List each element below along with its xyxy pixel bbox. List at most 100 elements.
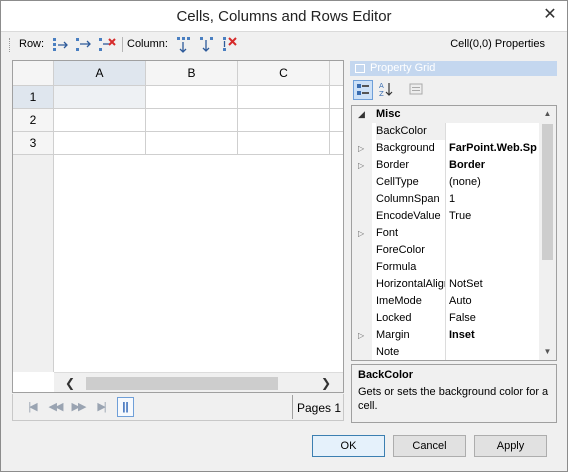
property-value[interactable]: True [449, 208, 541, 225]
selection-properties-label: Cell(0,0) Properties [450, 38, 545, 50]
expand-icon[interactable]: ▷ [358, 157, 368, 174]
last-page-icon[interactable]: ▶| [92, 399, 110, 415]
property-row[interactable]: ColumnSpan 1 [352, 191, 541, 208]
property-pages-icon[interactable] [406, 80, 426, 100]
property-row[interactable]: ▷ Font [352, 225, 541, 242]
property-row[interactable]: BackColor [352, 123, 541, 140]
property-value[interactable]: FarPoint.Web.Sp [449, 140, 541, 157]
next-page-icon[interactable]: ▶▶ [69, 399, 87, 415]
cell-d3[interactable] [330, 132, 343, 155]
pause-icon[interactable]: || [117, 397, 134, 417]
scroll-up-icon[interactable]: ▲ [539, 106, 556, 122]
property-row[interactable]: CellType (none) [352, 174, 541, 191]
row-header-3[interactable]: 3 [13, 132, 54, 155]
property-name: ColumnSpan [376, 191, 446, 208]
cancel-button[interactable]: Cancel [393, 435, 466, 457]
property-row[interactable]: Note [352, 344, 541, 360]
cell-c2[interactable] [238, 109, 330, 132]
editor-window: Cells, Columns and Rows Editor ✕ Row: Co… [0, 0, 568, 472]
cell-a2[interactable] [54, 109, 146, 132]
first-page-icon[interactable]: |◀ [23, 399, 41, 415]
horizontal-scroll-thumb[interactable] [86, 377, 278, 390]
property-category-row[interactable]: ◢ Misc [352, 106, 541, 123]
scroll-down-icon[interactable]: ▼ [539, 344, 556, 360]
cell-a1[interactable] [54, 86, 146, 109]
expand-icon[interactable]: ▷ [358, 140, 368, 157]
property-list[interactable]: ◢ Misc BackColor ▷ Background FarPoint.Web.Sp… [351, 105, 557, 361]
title-bar: Cells, Columns and Rows Editor ✕ [1, 1, 567, 32]
column-header-a[interactable]: A [54, 61, 146, 86]
cell-c3[interactable] [238, 132, 330, 155]
property-gutter [352, 242, 372, 259]
property-row[interactable]: ▷ Border Border [352, 157, 541, 174]
spreadsheet[interactable]: A B C 1 2 3 ❮ ❯ [12, 60, 344, 393]
expand-icon[interactable]: ▷ [358, 327, 368, 344]
pager-separator [292, 395, 293, 419]
cell-b1[interactable] [146, 86, 238, 109]
append-row-icon[interactable] [74, 35, 93, 54]
insert-column-icon[interactable] [174, 35, 193, 54]
property-name: ImeMode [376, 293, 446, 310]
corner-header[interactable] [13, 61, 54, 86]
property-value[interactable]: 1 [449, 191, 541, 208]
property-name: CellType [376, 174, 446, 191]
expand-icon[interactable]: ▷ [358, 225, 368, 242]
append-column-icon[interactable] [197, 35, 216, 54]
property-value[interactable] [449, 225, 541, 242]
row-header-1[interactable]: 1 [13, 86, 54, 109]
property-row[interactable]: Formula [352, 259, 541, 276]
property-name: Note [376, 344, 446, 360]
apply-button[interactable]: Apply [474, 435, 547, 457]
property-value[interactable] [449, 242, 541, 259]
property-row[interactable]: EncodeValue True [352, 208, 541, 225]
property-row[interactable]: ▷ Background FarPoint.Web.Sp [352, 140, 541, 157]
property-row[interactable]: ImeMode Auto [352, 293, 541, 310]
cell-b3[interactable] [146, 132, 238, 155]
delete-row-icon[interactable] [97, 35, 116, 54]
ok-button[interactable]: OK [312, 435, 385, 457]
property-value[interactable]: (none) [449, 174, 541, 191]
property-grid-header: Property Grid [350, 61, 557, 76]
scroll-right-icon[interactable]: ❯ [318, 375, 334, 391]
property-gutter [352, 123, 372, 140]
close-button[interactable]: ✕ [539, 5, 561, 25]
vertical-scroll-thumb[interactable] [542, 124, 553, 260]
property-value[interactable]: Border [449, 157, 541, 174]
property-name: BackColor [376, 123, 446, 140]
property-value[interactable]: False [449, 310, 541, 327]
previous-page-icon[interactable]: ◀◀ [46, 399, 64, 415]
property-value[interactable]: Inset [449, 327, 541, 344]
categorized-view-icon[interactable] [353, 80, 373, 100]
property-row[interactable]: HorizontalAlign NotSet [352, 276, 541, 293]
property-row[interactable]: ▷ Margin Inset [352, 327, 541, 344]
property-value[interactable] [449, 259, 541, 276]
column-header-c[interactable]: C [238, 61, 330, 86]
horizontal-scrollbar[interactable]: ❮ ❯ [54, 372, 343, 392]
cell-b2[interactable] [146, 109, 238, 132]
column-header-b[interactable]: B [146, 61, 238, 86]
vertical-scrollbar[interactable]: ▲ ▼ [539, 106, 556, 360]
property-value[interactable] [449, 344, 541, 360]
property-row[interactable]: ForeColor [352, 242, 541, 259]
scroll-left-icon[interactable]: ❮ [62, 375, 78, 391]
property-name: Formula [376, 259, 446, 276]
cell-a3[interactable] [54, 132, 146, 155]
insert-row-icon[interactable] [51, 35, 70, 54]
property-name: EncodeValue [376, 208, 446, 225]
collapse-icon[interactable]: ◢ [358, 106, 368, 123]
property-name: Background [376, 140, 446, 157]
property-value[interactable]: NotSet [449, 276, 541, 293]
toolbar-grip[interactable] [9, 38, 12, 52]
cell-c1[interactable] [238, 86, 330, 109]
property-gutter [352, 276, 372, 293]
cell-d1[interactable] [330, 86, 343, 109]
alphabetical-sort-icon[interactable]: A Z [376, 80, 396, 100]
property-value[interactable] [449, 123, 541, 140]
delete-column-icon[interactable] [220, 35, 239, 54]
property-name: Font [376, 225, 446, 242]
cell-d2[interactable] [330, 109, 343, 132]
property-row[interactable]: Locked False [352, 310, 541, 327]
row-header-2[interactable]: 2 [13, 109, 54, 132]
property-grid-title: Property Grid [370, 62, 436, 74]
property-value[interactable]: Auto [449, 293, 541, 310]
